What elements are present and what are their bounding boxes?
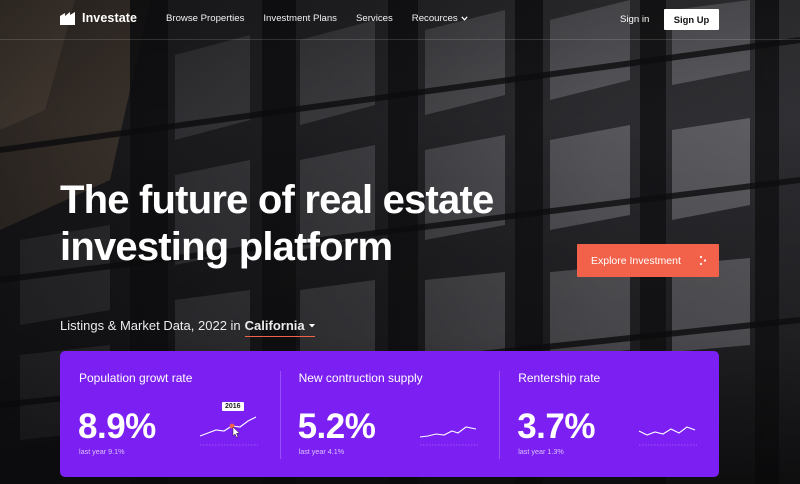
nav-links: Browse Properties Investment Plans Servi… (166, 13, 468, 24)
explore-investment-button[interactable]: Explore Investment (577, 244, 719, 277)
stat-label: Rentership rate (518, 371, 601, 385)
stat-label: New contruction supply (298, 371, 423, 385)
top-navigation: Investate Browse Properties Investment P… (0, 0, 800, 40)
stat-new-construction: New contruction supply 5.2% last year 4.… (279, 351, 500, 477)
nav-link-resources-label: Recources (411, 13, 458, 24)
location-value: California (244, 318, 305, 333)
sign-up-button[interactable]: Sign Up (664, 9, 719, 30)
stat-last-year: last year 4.1% (298, 447, 345, 456)
location-selector[interactable]: California (244, 318, 315, 337)
nav-link-investment-plans[interactable]: Investment Plans (263, 13, 337, 24)
year-tooltip: 2016 (222, 402, 244, 411)
subtitle-prefix: Listings & Market Data, 2022 in (60, 318, 241, 333)
stat-last-year: last year 1.3% (518, 447, 564, 456)
nav-link-services[interactable]: Services (356, 13, 393, 24)
building-logo-icon (60, 11, 75, 25)
stat-value: 5.2% (297, 407, 376, 446)
headline-line-1: The future of real estate (60, 178, 494, 222)
brand-name: Investate (82, 11, 138, 25)
sign-in-link[interactable]: Sign in (620, 14, 649, 25)
stat-population-growth: Population growt rate 8.9% last year 9.1… (60, 351, 280, 477)
hero-headline: The future of real estate investing plat… (60, 177, 580, 271)
stat-label: Population growt rate (79, 371, 193, 385)
pointer-cursor-icon (232, 426, 240, 438)
stat-last-year: last year 9.1% (79, 447, 125, 456)
brand-logo[interactable]: Investate (60, 11, 137, 25)
headline-line-2: investing platform (60, 225, 393, 269)
sparkline-chart[interactable] (416, 405, 482, 449)
explore-investment-label: Explore Investment (591, 254, 681, 267)
sparkline-chart[interactable] (635, 405, 701, 449)
stats-panel: Population growt rate 8.9% last year 9.1… (60, 351, 719, 477)
stat-value: 8.9% (78, 407, 156, 446)
chevron-down-icon (460, 16, 468, 21)
nav-link-resources[interactable]: Recources (412, 13, 468, 24)
nav-link-browse-properties[interactable]: Browse Properties (166, 13, 244, 24)
dots-icon (699, 255, 707, 266)
stat-rentership-rate: Rentership rate 3.7% last year 1.3% (499, 351, 719, 477)
caret-down-icon (308, 323, 315, 327)
sparkline-chart[interactable] (196, 405, 262, 449)
market-data-subtitle: Listings & Market Data, 2022 in Californ… (60, 316, 315, 337)
stat-value: 3.7% (517, 407, 595, 446)
